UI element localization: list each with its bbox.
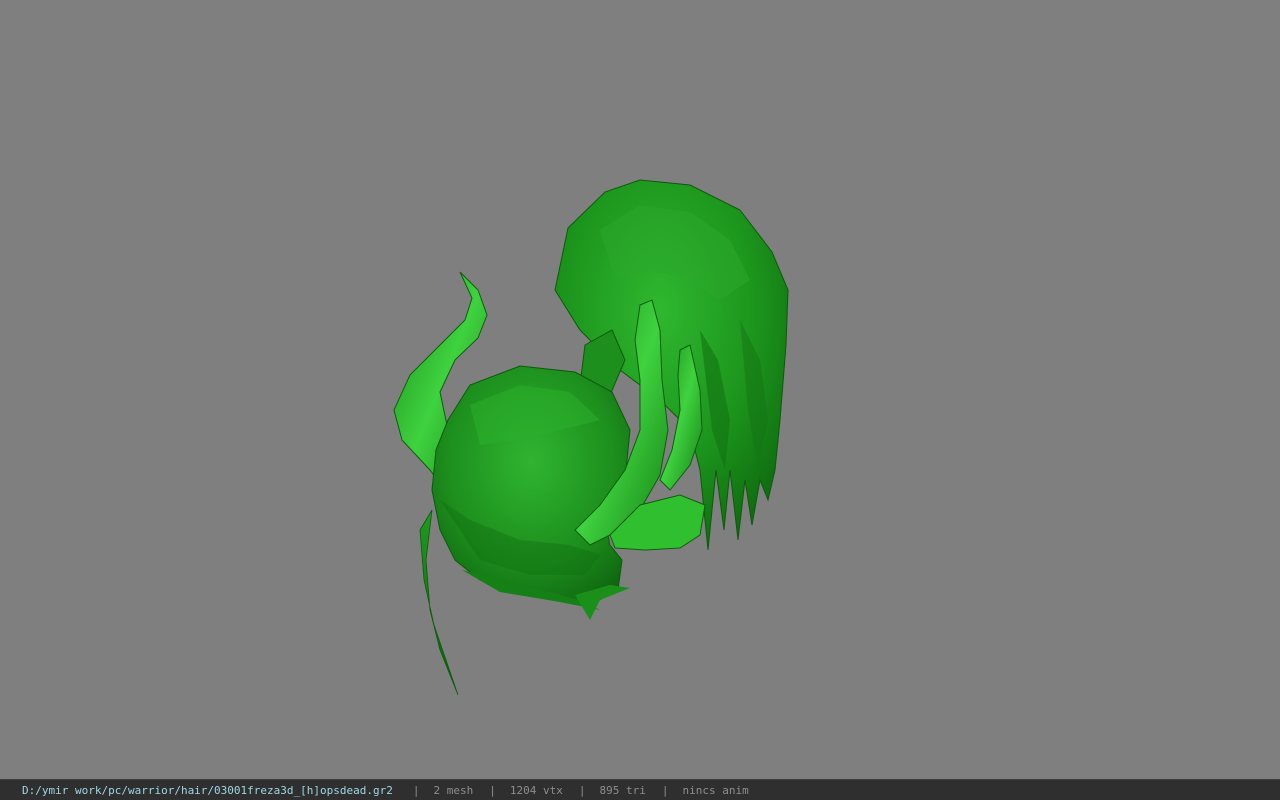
triangle-count: 895 tri [599,783,646,797]
hair-model-render[interactable] [0,0,1280,779]
mesh-count: 2 mesh [433,783,474,797]
model-path: D:/ymir work/pc/warrior/hair/03001freza3… [22,783,393,797]
status-separator: | [578,783,586,797]
animation-status: nincs anim [682,783,749,797]
status-separator: | [661,783,669,797]
status-separator: | [412,783,420,797]
status-separator: | [489,783,496,797]
3d-viewport[interactable] [0,0,1280,779]
vertex-count: 1204 vtx [509,783,563,797]
status-bar: D:/ymir work/pc/warrior/hair/03001freza3… [0,779,1280,800]
